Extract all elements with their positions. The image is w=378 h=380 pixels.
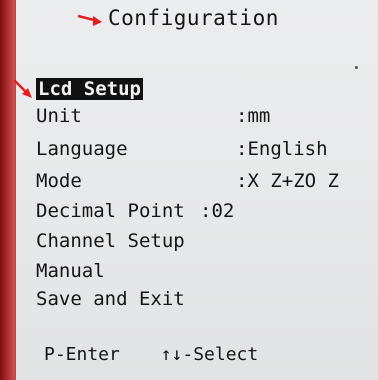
menu-item-label: Decimal Point <box>36 200 185 222</box>
select-hint: ↑↓-Select <box>160 344 259 365</box>
red-arrow-icon <box>14 80 32 98</box>
menu-item-label: Language <box>36 138 128 160</box>
menu-item-label: Manual <box>36 260 105 282</box>
menu-item-lcd-setup[interactable]: Lcd Setup <box>36 78 143 100</box>
menu-item-language[interactable]: Language :English <box>36 138 328 160</box>
menu-item-save-and-exit[interactable]: Save and Exit <box>36 288 216 310</box>
enter-hint: P-Enter <box>44 344 120 365</box>
lcd-screen: Configuration Lcd Setup Unit :mm Languag… <box>14 0 378 380</box>
menu-item-value: :mm <box>236 105 271 127</box>
menu-item-unit[interactable]: Unit :mm <box>36 105 270 127</box>
menu-item-channel-setup[interactable]: Channel Setup <box>36 230 216 252</box>
menu-item-label: Channel Setup <box>36 230 185 252</box>
menu-item-decimal-point[interactable]: Decimal Point :02 <box>36 200 234 222</box>
menu-item-mode[interactable]: Mode :X Z+ZO Z <box>36 170 339 192</box>
menu-item-manual[interactable]: Manual <box>36 260 216 282</box>
menu-item-label: Lcd Setup <box>36 78 143 100</box>
page-title: Configuration <box>108 6 279 30</box>
footer-hints: P-Enter ↑↓-Select <box>44 344 258 365</box>
menu-item-label: Unit <box>36 105 82 127</box>
menu-item-value: :X Z+ZO Z <box>236 170 339 192</box>
menu-item-label: Save and Exit <box>36 288 185 310</box>
menu-item-label: Mode <box>36 170 82 192</box>
screen-speck <box>355 66 358 69</box>
menu-item-value: :English <box>236 138 328 160</box>
menu-item-value: :02 <box>200 200 235 222</box>
red-arrow-icon <box>78 14 102 26</box>
